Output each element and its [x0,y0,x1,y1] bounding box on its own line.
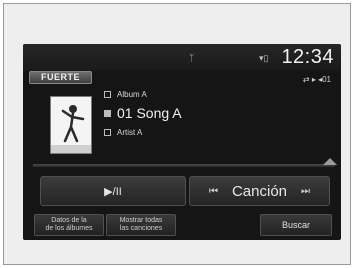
clock: 12:34 [281,46,334,68]
skip-back-icon[interactable]: ⏮ [209,186,218,197]
artist-row: Artist A [104,128,142,137]
artist-icon [104,129,111,136]
phone-signal-icon: ▾▯ [259,53,269,63]
all-songs-line2: las canciones [119,225,163,232]
track-skip-control[interactable]: ⏮ Canción ⏭ [189,176,330,206]
all-songs-line1: Mostrar todas [119,217,163,224]
audio-screen: ᛉ ▾▯ 12:34 FUERTE ⇄ ▸ ◂01 Album A 01 Son… [23,44,341,240]
track-row: 01 Song A [104,105,182,121]
album-list-line2: de los álbumes [45,225,93,232]
artist-name: Artist A [117,128,143,137]
play-pause-button[interactable]: ▶/II [40,176,186,206]
search-button[interactable]: Buscar [260,214,332,236]
album-name: Album A [117,90,147,99]
progress-bar[interactable] [33,158,337,167]
antenna-icon: ᛉ [189,53,195,63]
source-tab[interactable]: FUERTE [29,71,92,84]
track-icon [104,109,111,117]
album-list-line1: Datos de la [51,217,87,224]
album-icon [104,91,111,98]
skip-forward-icon[interactable]: ⏭ [301,186,310,197]
status-bar: ᛉ ▾▯ 12:34 [23,44,341,71]
progress-knob[interactable] [323,158,337,165]
shuffle-repeat-icon: ⇄ ▸ ◂01 [302,75,331,84]
album-row: Album A [104,90,147,99]
track-name: 01 Song A [117,105,182,121]
all-songs-button[interactable]: Mostrar todas las canciones [106,214,176,236]
album-list-button[interactable]: Datos de la de los álbumes [34,214,104,236]
track-label: Canción [231,182,288,200]
album-art [50,96,92,154]
illustration-frame: ᛉ ▾▯ 12:34 FUERTE ⇄ ▸ ◂01 Album A 01 Son… [3,3,351,265]
